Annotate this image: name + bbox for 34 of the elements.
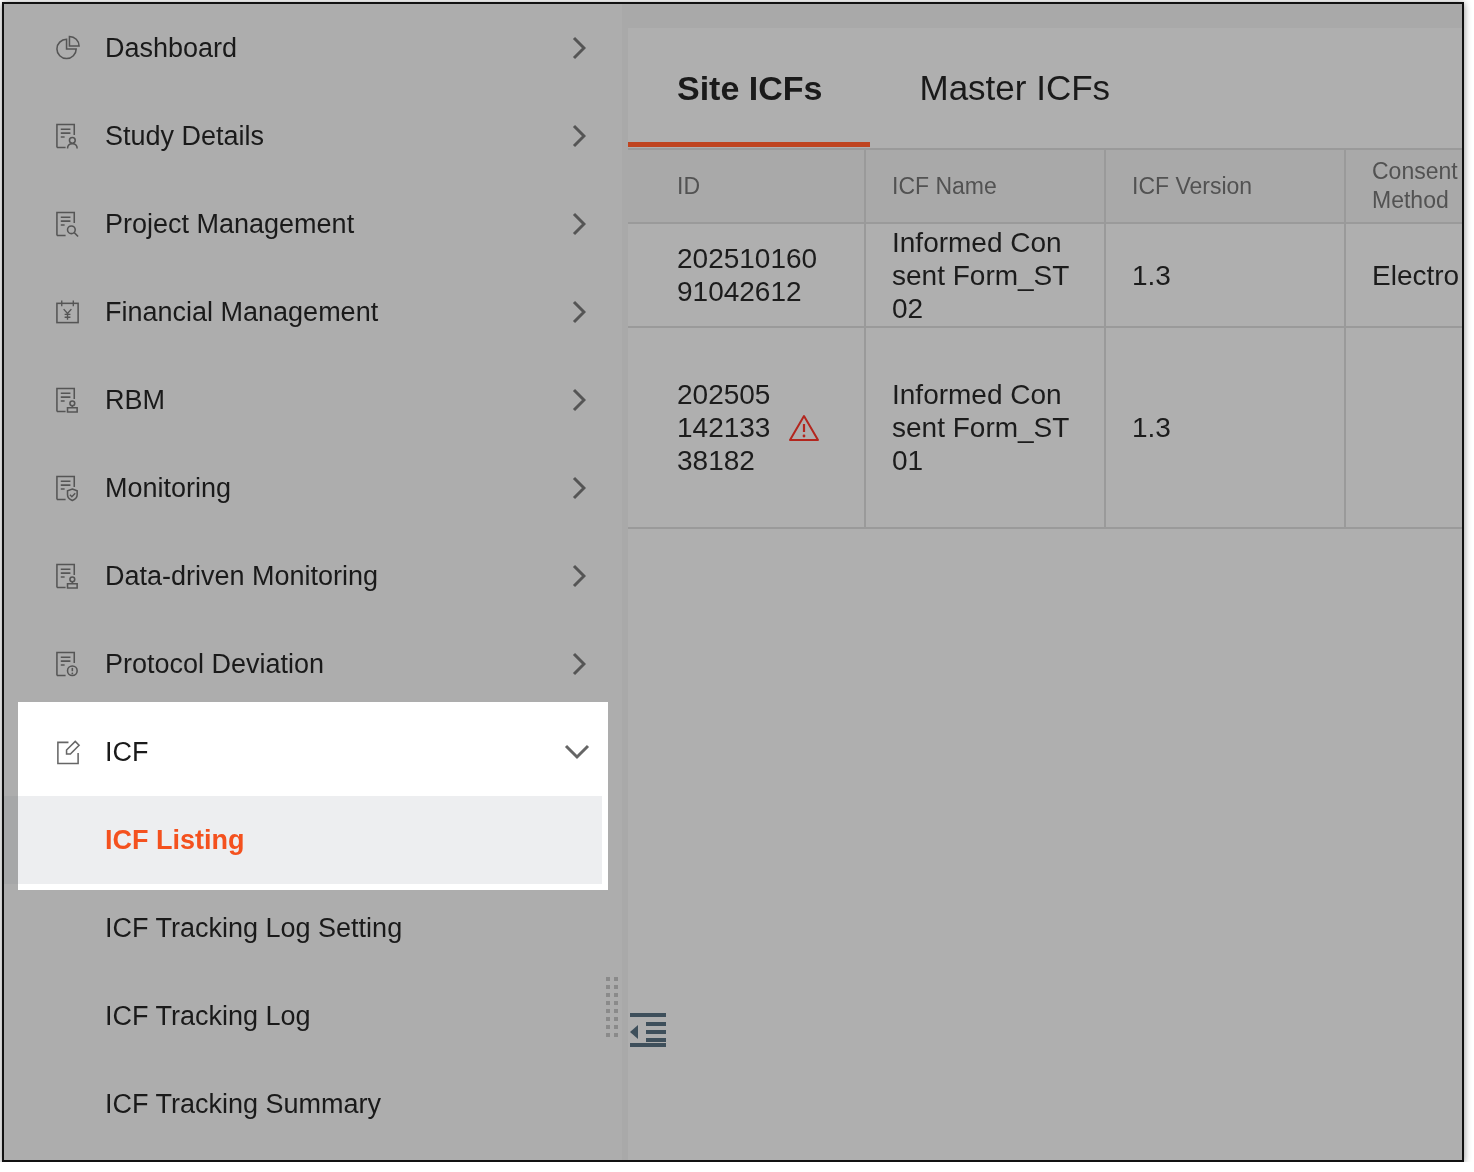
menu-item[interactable]: Project Management — [4, 180, 602, 268]
document-search-icon — [55, 210, 81, 238]
submenu-item[interactable]: ICF Tracking Log Setting — [4, 884, 602, 972]
pie-chart-icon — [55, 34, 81, 62]
edit-icon — [55, 738, 81, 766]
column-header: Consent Method — [1372, 157, 1458, 215]
document-alert-icon — [55, 650, 81, 678]
menu-item[interactable]: Study Details — [4, 92, 602, 180]
icf-name-text: Informed Consent Form_ST01 — [892, 378, 1071, 477]
submenu-item[interactable]: ICF Tracking Log — [4, 972, 602, 1060]
menu-item[interactable]: Financial Management — [4, 268, 602, 356]
menu-item[interactable]: Protocol Deviation — [4, 620, 602, 708]
tab[interactable]: Master ICFs — [870, 28, 1159, 147]
outdent-icon[interactable] — [630, 1013, 666, 1047]
calendar-yen-icon — [55, 298, 81, 326]
document-person-icon — [55, 122, 81, 150]
column-header: ICF Name — [892, 171, 997, 201]
document-stamp-icon — [55, 562, 81, 590]
column-header: ID — [677, 171, 700, 201]
menu-item[interactable]: RBM — [4, 356, 602, 444]
submenu-item[interactable]: ICF Tracking Summary — [4, 1060, 602, 1148]
id-text: 20250514213338182 — [677, 378, 772, 477]
drag-handle-icon[interactable] — [606, 977, 618, 1037]
id-text: 20251016091042612 — [677, 242, 819, 308]
menu-item[interactable]: Monitoring — [4, 444, 602, 532]
document-stamp-icon — [55, 386, 81, 414]
column-header: ICF Version — [1132, 171, 1253, 201]
consent-method-text: Electro — [1372, 258, 1460, 292]
version-text: 1.3 — [1132, 411, 1171, 444]
version-text: 1.3 — [1132, 258, 1171, 292]
document-shield-icon — [55, 474, 81, 502]
menu-item[interactable]: Data-driven Monitoring — [4, 532, 602, 620]
icf-name-text: Informed Consent Form_ST02 — [892, 225, 1071, 325]
menu-item[interactable]: Dashboard — [4, 4, 602, 92]
